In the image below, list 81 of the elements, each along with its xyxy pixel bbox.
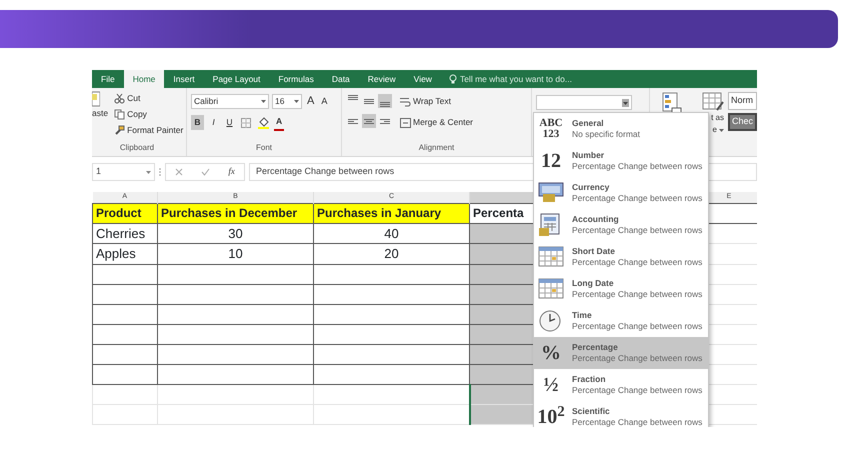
name-box[interactable]: 1 bbox=[92, 163, 155, 181]
ribbon-tab[interactable]: View bbox=[404, 70, 441, 88]
align-button[interactable] bbox=[378, 94, 392, 108]
font-style-button[interactable]: U bbox=[223, 115, 236, 130]
caret-icon bbox=[146, 170, 151, 174]
ribbon-tab[interactable]: Formulas bbox=[269, 70, 323, 88]
ribbon-tab[interactable]: Review bbox=[358, 70, 405, 88]
scissors-icon bbox=[114, 92, 126, 104]
caret-icon bbox=[294, 100, 299, 103]
wrap-icon bbox=[400, 96, 411, 106]
format-glyph-icon: ABC 123 bbox=[539, 118, 563, 140]
ribbon-tab[interactable]: Page Layout bbox=[204, 70, 270, 88]
format-painter-button[interactable]: Format Painter bbox=[112, 123, 186, 138]
align-icon bbox=[380, 102, 390, 107]
group-label: Alignment bbox=[418, 142, 456, 154]
table-cell: 40 bbox=[314, 223, 470, 244]
grid-icon bbox=[241, 118, 251, 128]
caret-icon bbox=[718, 128, 724, 132]
group-label: Clipboard bbox=[118, 142, 156, 154]
format-glyph-icon: % bbox=[541, 343, 561, 363]
number-format-field[interactable] bbox=[536, 95, 632, 110]
format-glyph-icon: ½ bbox=[544, 375, 558, 395]
check-icon bbox=[201, 168, 210, 176]
align-icon bbox=[364, 98, 374, 104]
brush-icon bbox=[114, 124, 126, 136]
shrink-font-button[interactable]: A bbox=[319, 94, 330, 110]
merge-icon bbox=[400, 118, 411, 128]
format-glyph-icon: 10$^{2}$ bbox=[537, 407, 565, 427]
table-cell: 30 bbox=[158, 223, 314, 244]
font-size-field[interactable]: 16 bbox=[272, 94, 302, 109]
ribbon-tab[interactable]: Data bbox=[322, 70, 359, 88]
banknote-icon bbox=[538, 181, 564, 205]
table-cell: 20 bbox=[314, 244, 470, 264]
ribbon-tab[interactable]: File bbox=[92, 70, 124, 88]
align-icon bbox=[348, 95, 358, 100]
table-cell: Apples bbox=[92, 244, 158, 264]
align-icon bbox=[380, 118, 390, 124]
table-cell: Cherries bbox=[92, 223, 158, 244]
fill-color-button[interactable] bbox=[256, 116, 271, 130]
font-style-button[interactable]: I bbox=[207, 115, 220, 130]
font-color-button[interactable]: A bbox=[274, 114, 284, 131]
format-option[interactable]: % Percentage Percentage Change between rows bbox=[534, 337, 708, 369]
copy-button[interactable]: Copy bbox=[112, 107, 149, 122]
paint-bucket-icon bbox=[258, 116, 269, 128]
header-cell: Purchases in January bbox=[314, 203, 470, 223]
format-option[interactable]: 10$^{2}$ Scientific Percentage Change between rows bbox=[534, 401, 708, 427]
format-option[interactable]: Time Percentage Change between rows bbox=[534, 305, 708, 337]
tell-me-search[interactable]: Tell me what you want to do... bbox=[460, 72, 572, 86]
align-icon bbox=[364, 118, 374, 124]
format-option[interactable]: ABC 123 General No specific format bbox=[534, 113, 708, 145]
calendar-icon bbox=[538, 245, 564, 269]
caret-icon bbox=[622, 98, 629, 106]
table-icon bbox=[702, 92, 724, 112]
align-icon bbox=[348, 118, 358, 124]
format-option[interactable]: ½ Fraction Percentage Change between rows bbox=[534, 369, 708, 401]
format-table-button[interactable]: t as bbox=[711, 112, 724, 124]
table-cell: 10 bbox=[158, 244, 314, 264]
merge-center-button[interactable]: Merge & Center bbox=[398, 112, 475, 133]
group-label: Font bbox=[254, 142, 273, 154]
lightbulb-icon bbox=[448, 74, 457, 84]
format-option[interactable]: Long Date Percentage Change between rows bbox=[534, 273, 708, 305]
cell-style-option[interactable]: Chec bbox=[728, 113, 757, 131]
wrap-text-button[interactable]: Wrap Text bbox=[398, 91, 453, 112]
header-cell: Product bbox=[92, 203, 158, 223]
paste-button[interactable]: aste bbox=[92, 107, 108, 120]
grow-font-button[interactable]: A bbox=[305, 92, 316, 111]
calendar-icon bbox=[538, 277, 564, 301]
font-style-button[interactable]: B bbox=[191, 115, 204, 130]
ribbon-tab[interactable]: Home bbox=[124, 70, 164, 88]
font-name-field[interactable]: Calibri bbox=[191, 94, 269, 109]
cell-style-option[interactable]: Norm bbox=[728, 92, 757, 110]
cancel-icon bbox=[175, 168, 184, 176]
align-button[interactable] bbox=[362, 114, 376, 128]
insert-function-button[interactable]: fx bbox=[228, 165, 235, 179]
ribbon-tab[interactable]: Insert bbox=[164, 70, 204, 88]
format-option[interactable]: Short Date Percentage Change between rows bbox=[534, 241, 708, 273]
caret-icon bbox=[261, 100, 266, 103]
format-table-button[interactable]: e bbox=[712, 124, 724, 136]
copy-icon bbox=[114, 108, 126, 120]
cut-button[interactable]: Cut bbox=[112, 91, 142, 106]
header-cell: Purchases in December bbox=[158, 203, 314, 223]
